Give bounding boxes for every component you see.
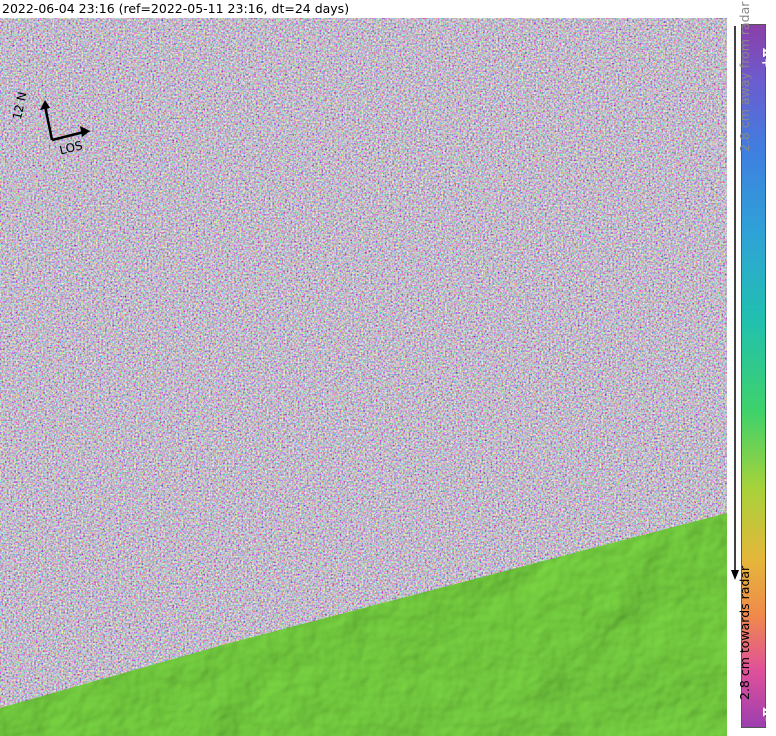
interferogram-image <box>0 18 727 736</box>
colorbar-top-label: +π <box>758 47 773 68</box>
towards-radar-label: 2.8 cm towards radar <box>737 565 752 700</box>
away-from-radar-label: 2.8 cm away from radar <box>737 1 752 152</box>
interferogram-map: 12 N LOS <box>0 18 727 736</box>
image-title: 2022-06-04 23:16 (ref=2022-05-11 23:16, … <box>2 1 350 16</box>
north-arrow-icon <box>40 100 50 110</box>
colorbar-bottom-label: -π <box>758 706 773 722</box>
compass-arrows <box>40 100 90 142</box>
los-arrow-icon <box>80 126 90 137</box>
